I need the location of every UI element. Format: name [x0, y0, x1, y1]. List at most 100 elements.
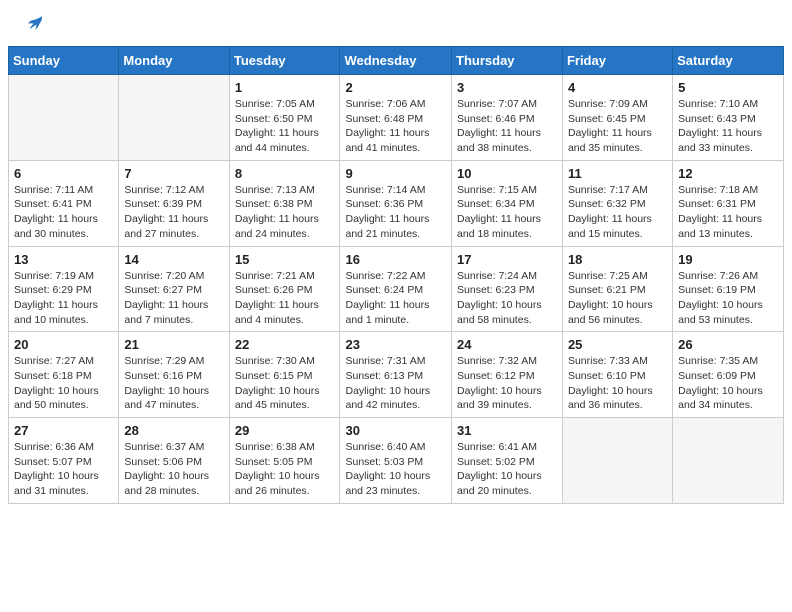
day-info: Sunrise: 7:24 AMSunset: 6:23 PMDaylight:… — [457, 269, 557, 328]
calendar-day-cell: 17 Sunrise: 7:24 AMSunset: 6:23 PMDayligh… — [452, 246, 563, 332]
day-number: 26 — [678, 337, 778, 352]
day-number: 17 — [457, 252, 557, 267]
calendar-week-row: 6 Sunrise: 7:11 AMSunset: 6:41 PMDaylight… — [9, 160, 784, 246]
day-info: Sunrise: 7:05 AMSunset: 6:50 PMDaylight:… — [235, 97, 335, 156]
day-of-week-header: Tuesday — [229, 47, 340, 75]
calendar-day-cell: 13 Sunrise: 7:19 AMSunset: 6:29 PMDayligh… — [9, 246, 119, 332]
calendar-day-cell: 28 Sunrise: 6:37 AMSunset: 5:06 PMDayligh… — [119, 418, 229, 504]
calendar-day-cell: 8 Sunrise: 7:13 AMSunset: 6:38 PMDaylight… — [229, 160, 340, 246]
day-number: 8 — [235, 166, 335, 181]
day-info: Sunrise: 7:17 AMSunset: 6:32 PMDaylight:… — [568, 183, 667, 242]
calendar-day-cell: 3Sunrise: 7:07 AMSunset: 6:46 PMDaylight… — [452, 75, 563, 161]
calendar-day-cell: 25 Sunrise: 7:33 AMSunset: 6:10 PMDayligh… — [562, 332, 672, 418]
day-info: Sunrise: 7:18 AMSunset: 6:31 PMDaylight:… — [678, 183, 778, 242]
calendar-day-cell: 22 Sunrise: 7:30 AMSunset: 6:15 PMDayligh… — [229, 332, 340, 418]
day-number: 15 — [235, 252, 335, 267]
day-info: Sunrise: 7:20 AMSunset: 6:27 PMDaylight:… — [124, 269, 223, 328]
calendar-day-cell — [119, 75, 229, 161]
day-number: 22 — [235, 337, 335, 352]
calendar-day-cell: 27 Sunrise: 6:36 AMSunset: 5:07 PMDayligh… — [9, 418, 119, 504]
day-info: Sunrise: 7:07 AMSunset: 6:46 PMDaylight:… — [457, 97, 557, 156]
day-info: Sunrise: 7:29 AMSunset: 6:16 PMDaylight:… — [124, 354, 223, 413]
day-info: Sunrise: 7:11 AMSunset: 6:41 PMDaylight:… — [14, 183, 113, 242]
day-info: Sunrise: 7:21 AMSunset: 6:26 PMDaylight:… — [235, 269, 335, 328]
header — [0, 0, 792, 42]
day-number: 31 — [457, 423, 557, 438]
day-number: 11 — [568, 166, 667, 181]
day-info: Sunrise: 6:36 AMSunset: 5:07 PMDaylight:… — [14, 440, 113, 499]
calendar-day-cell: 19 Sunrise: 7:26 AMSunset: 6:19 PMDayligh… — [673, 246, 784, 332]
day-info: Sunrise: 7:31 AMSunset: 6:13 PMDaylight:… — [345, 354, 446, 413]
day-number: 20 — [14, 337, 113, 352]
calendar-table: SundayMondayTuesdayWednesdayThursdayFrid… — [8, 46, 784, 504]
day-info: Sunrise: 7:30 AMSunset: 6:15 PMDaylight:… — [235, 354, 335, 413]
day-info: Sunrise: 7:33 AMSunset: 6:10 PMDaylight:… — [568, 354, 667, 413]
calendar-day-cell: 12 Sunrise: 7:18 AMSunset: 6:31 PMDayligh… — [673, 160, 784, 246]
day-number: 9 — [345, 166, 446, 181]
day-info: Sunrise: 7:22 AMSunset: 6:24 PMDaylight:… — [345, 269, 446, 328]
day-number: 30 — [345, 423, 446, 438]
calendar-day-cell — [562, 418, 672, 504]
calendar-day-cell: 20 Sunrise: 7:27 AMSunset: 6:18 PMDayligh… — [9, 332, 119, 418]
day-info: Sunrise: 7:25 AMSunset: 6:21 PMDaylight:… — [568, 269, 667, 328]
calendar-day-cell: 1 Sunrise: 7:05 AMSunset: 6:50 PMDaylight… — [229, 75, 340, 161]
day-number: 12 — [678, 166, 778, 181]
day-number: 2 — [345, 80, 446, 95]
day-of-week-header: Thursday — [452, 47, 563, 75]
day-info: Sunrise: 7:27 AMSunset: 6:18 PMDaylight:… — [14, 354, 113, 413]
day-number: 29 — [235, 423, 335, 438]
calendar-week-row: 20 Sunrise: 7:27 AMSunset: 6:18 PMDayligh… — [9, 332, 784, 418]
day-number: 25 — [568, 337, 667, 352]
day-number: 23 — [345, 337, 446, 352]
calendar-day-cell: 23 Sunrise: 7:31 AMSunset: 6:13 PMDayligh… — [340, 332, 452, 418]
day-of-week-header: Wednesday — [340, 47, 452, 75]
day-number: 10 — [457, 166, 557, 181]
day-number: 28 — [124, 423, 223, 438]
day-info: Sunrise: 7:14 AMSunset: 6:36 PMDaylight:… — [345, 183, 446, 242]
calendar-day-cell: 4 Sunrise: 7:09 AMSunset: 6:45 PMDaylight… — [562, 75, 672, 161]
day-number: 13 — [14, 252, 113, 267]
day-info: Sunrise: 7:26 AMSunset: 6:19 PMDaylight:… — [678, 269, 778, 328]
day-info: Sunrise: 6:40 AMSunset: 5:03 PMDaylight:… — [345, 440, 446, 499]
day-number: 19 — [678, 252, 778, 267]
day-number: 1 — [235, 80, 335, 95]
calendar-day-cell: 21 Sunrise: 7:29 AMSunset: 6:16 PMDayligh… — [119, 332, 229, 418]
day-info: Sunrise: 7:10 AMSunset: 6:43 PMDaylight:… — [678, 97, 778, 156]
calendar-day-cell: 15 Sunrise: 7:21 AMSunset: 6:26 PMDayligh… — [229, 246, 340, 332]
logo-bird-icon — [26, 14, 44, 32]
day-info: Sunrise: 6:37 AMSunset: 5:06 PMDaylight:… — [124, 440, 223, 499]
day-number: 4 — [568, 80, 667, 95]
calendar-week-row: 13 Sunrise: 7:19 AMSunset: 6:29 PMDayligh… — [9, 246, 784, 332]
day-of-week-header: Saturday — [673, 47, 784, 75]
day-number: 24 — [457, 337, 557, 352]
day-info: Sunrise: 7:13 AMSunset: 6:38 PMDaylight:… — [235, 183, 335, 242]
calendar-day-cell — [673, 418, 784, 504]
day-of-week-header: Sunday — [9, 47, 119, 75]
day-number: 18 — [568, 252, 667, 267]
calendar-day-cell: 11 Sunrise: 7:17 AMSunset: 6:32 PMDayligh… — [562, 160, 672, 246]
calendar-day-cell: 5 Sunrise: 7:10 AMSunset: 6:43 PMDaylight… — [673, 75, 784, 161]
calendar-day-cell: 31 Sunrise: 6:41 AMSunset: 5:02 PMDayligh… — [452, 418, 563, 504]
day-info: Sunrise: 7:32 AMSunset: 6:12 PMDaylight:… — [457, 354, 557, 413]
calendar-week-row: 1 Sunrise: 7:05 AMSunset: 6:50 PMDaylight… — [9, 75, 784, 161]
calendar-day-cell: 24 Sunrise: 7:32 AMSunset: 6:12 PMDayligh… — [452, 332, 563, 418]
calendar-day-cell: 14Sunrise: 7:20 AMSunset: 6:27 PMDayligh… — [119, 246, 229, 332]
calendar-day-cell: 7Sunrise: 7:12 AMSunset: 6:39 PMDaylight… — [119, 160, 229, 246]
day-number: 27 — [14, 423, 113, 438]
day-info: Sunrise: 6:38 AMSunset: 5:05 PMDaylight:… — [235, 440, 335, 499]
day-of-week-header: Monday — [119, 47, 229, 75]
day-info: Sunrise: 7:19 AMSunset: 6:29 PMDaylight:… — [14, 269, 113, 328]
day-info: Sunrise: 7:09 AMSunset: 6:45 PMDaylight:… — [568, 97, 667, 156]
calendar-wrapper: SundayMondayTuesdayWednesdayThursdayFrid… — [0, 46, 792, 512]
calendar-week-row: 27 Sunrise: 6:36 AMSunset: 5:07 PMDayligh… — [9, 418, 784, 504]
calendar-header-row: SundayMondayTuesdayWednesdayThursdayFrid… — [9, 47, 784, 75]
calendar-day-cell: 10Sunrise: 7:15 AMSunset: 6:34 PMDayligh… — [452, 160, 563, 246]
day-number: 5 — [678, 80, 778, 95]
day-number: 6 — [14, 166, 113, 181]
day-number: 21 — [124, 337, 223, 352]
calendar-day-cell: 26 Sunrise: 7:35 AMSunset: 6:09 PMDayligh… — [673, 332, 784, 418]
day-info: Sunrise: 7:35 AMSunset: 6:09 PMDaylight:… — [678, 354, 778, 413]
day-info: Sunrise: 7:06 AMSunset: 6:48 PMDaylight:… — [345, 97, 446, 156]
day-info: Sunrise: 6:41 AMSunset: 5:02 PMDaylight:… — [457, 440, 557, 499]
logo — [24, 18, 44, 32]
